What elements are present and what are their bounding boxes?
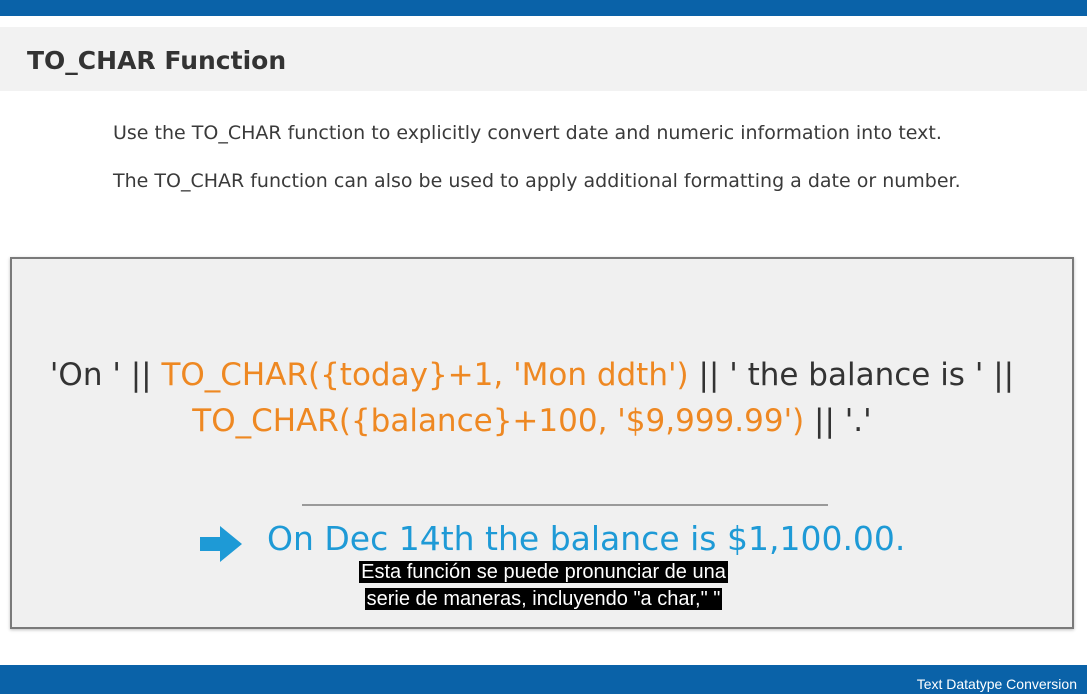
subtitle-line-2: serie de maneras, incluyendo "a char," "	[0, 587, 1087, 612]
code-segment: || ' the balance is ' ||	[688, 357, 1015, 393]
code-segment: || '.'	[804, 403, 872, 439]
slide-title: TO_CHAR Function	[27, 46, 287, 75]
intro-line-2: The TO_CHAR function can also be used to…	[113, 170, 961, 192]
divider	[302, 504, 828, 506]
code-function-call: TO_CHAR({today}+1, 'Mon ddth')	[161, 357, 689, 393]
code-line-1: 'On ' || TO_CHAR({today}+1, 'Mon ddth') …	[0, 357, 1064, 393]
intro-line-1: Use the TO_CHAR function to explicitly c…	[113, 122, 942, 144]
code-line-2: TO_CHAR({balance}+100, '$9,999.99') || '…	[0, 403, 1064, 439]
footer-section-label: Text Datatype Conversion	[916, 676, 1077, 692]
top-banner	[0, 0, 1087, 16]
code-segment: 'On ' ||	[49, 357, 162, 393]
result-text: On Dec 14th the balance is $1,100.00.	[267, 519, 906, 558]
code-function-call: TO_CHAR({balance}+100, '$9,999.99')	[192, 403, 805, 439]
subtitle-text: serie de maneras, incluyendo "a char," "	[364, 588, 723, 610]
subtitle-line-1: Esta función se puede pronunciar de una	[0, 560, 1087, 585]
subtitle-text: Esta función se puede pronunciar de una	[359, 561, 728, 583]
arrow-right-icon	[200, 526, 242, 562]
